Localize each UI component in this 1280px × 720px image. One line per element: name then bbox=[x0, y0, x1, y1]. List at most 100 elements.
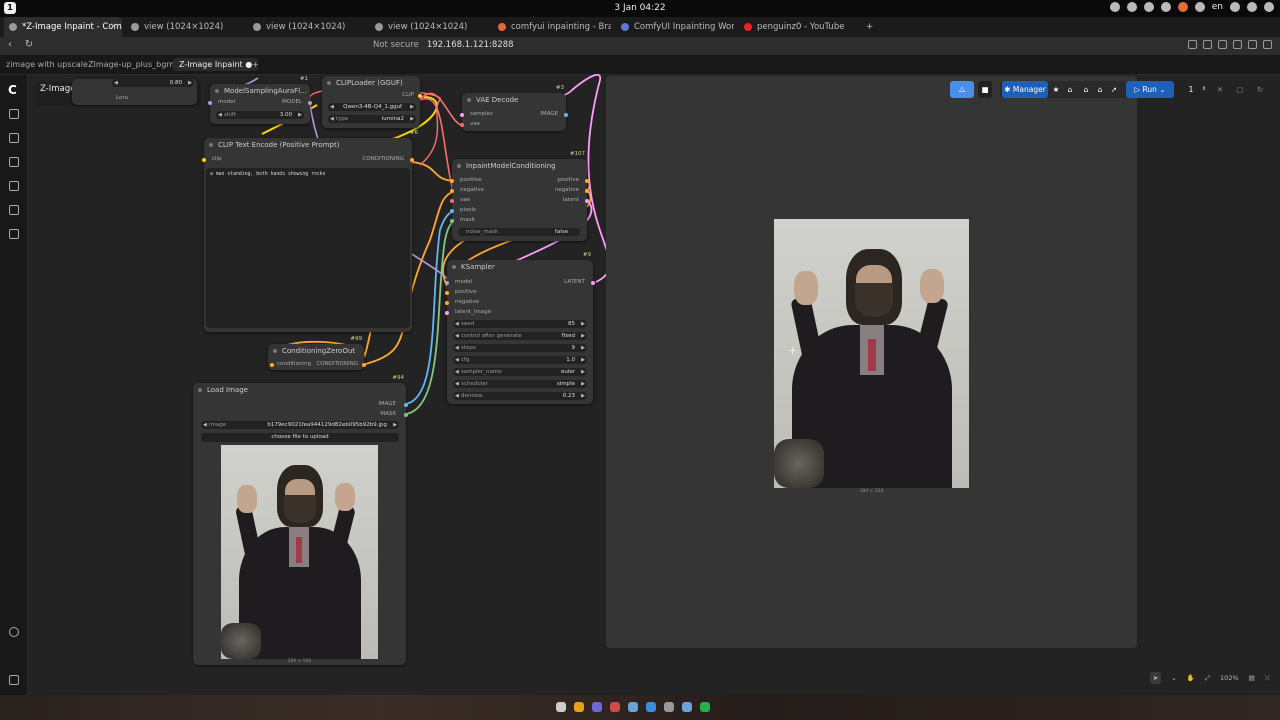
extension-icon[interactable] bbox=[1188, 40, 1197, 49]
volume-icon[interactable] bbox=[1247, 2, 1257, 12]
zoom-level[interactable]: 102% bbox=[1220, 674, 1239, 682]
tray-icon[interactable] bbox=[1194, 2, 1205, 12]
minimap-icon[interactable]: ▤ bbox=[1249, 674, 1255, 682]
input-socket[interactable] bbox=[450, 219, 454, 223]
history-icon[interactable] bbox=[9, 133, 19, 143]
upload-button[interactable]: choose file to upload bbox=[201, 433, 399, 442]
seed-widget[interactable]: seed85 bbox=[453, 320, 587, 328]
clip-name-widget[interactable]: Qwen3-4B-Q4_1.gguf bbox=[328, 103, 416, 111]
output-socket[interactable] bbox=[362, 363, 366, 367]
model-sampling-node[interactable]: #1 ModelSamplingAuraFl... model MODEL sh… bbox=[208, 76, 312, 124]
network-icon[interactable] bbox=[1230, 2, 1240, 12]
bottom-panel-icon[interactable] bbox=[9, 675, 19, 685]
node-library-icon[interactable] bbox=[9, 157, 19, 167]
tray-icon[interactable] bbox=[1160, 2, 1171, 12]
templates-icon[interactable] bbox=[9, 229, 19, 239]
input-socket[interactable] bbox=[445, 301, 449, 305]
app-icon[interactable] bbox=[592, 702, 602, 712]
lora-loader-node[interactable]: 0.80 Lora bbox=[72, 79, 197, 105]
input-socket[interactable] bbox=[450, 209, 454, 213]
output-image-preview[interactable] bbox=[774, 219, 969, 488]
star-icon[interactable]: ★ bbox=[1050, 81, 1062, 98]
send-icon[interactable]: ➚ bbox=[1108, 81, 1120, 98]
browser-tab[interactable]: comfyui inpainting - Brave bbox=[493, 17, 611, 37]
input-socket[interactable] bbox=[445, 281, 449, 285]
stop-icon[interactable]: ■ bbox=[978, 81, 992, 98]
prompt-textarea[interactable]: a man standing, both hands showing rocks bbox=[206, 168, 410, 328]
fit-view-icon[interactable]: ⤢ bbox=[1205, 674, 1210, 683]
link-visibility-icon[interactable]: ⤫ bbox=[1265, 674, 1270, 683]
app-icon[interactable] bbox=[610, 702, 620, 712]
tray-icon[interactable] bbox=[1126, 2, 1137, 12]
tray-icon[interactable] bbox=[1177, 2, 1188, 12]
app-icon[interactable] bbox=[646, 702, 656, 712]
output-socket[interactable] bbox=[585, 179, 589, 183]
browser-tab[interactable]: view (1024×1024) bbox=[126, 17, 244, 37]
conditioning-zero-out-node[interactable]: #99 ConditioningZeroOut conditioning CON… bbox=[268, 336, 366, 370]
output-socket[interactable] bbox=[404, 413, 408, 417]
output-socket[interactable] bbox=[308, 101, 312, 105]
control-after-generate-widget[interactable]: control after generatefixed bbox=[453, 332, 587, 340]
input-socket[interactable] bbox=[445, 291, 449, 295]
steps-widget[interactable]: steps9 bbox=[453, 344, 587, 352]
comfy-logo-icon[interactable]: C bbox=[8, 83, 17, 97]
language-indicator[interactable]: en bbox=[1212, 2, 1223, 12]
sidebar-icon[interactable] bbox=[1233, 40, 1242, 49]
browser-tab[interactable]: view (1024×1024) bbox=[248, 17, 366, 37]
window-icon[interactable]: ▢ bbox=[1234, 81, 1246, 98]
app-grid-icon[interactable] bbox=[556, 702, 566, 712]
close-icon[interactable]: ✕ bbox=[1214, 81, 1226, 98]
select-mode-icon[interactable]: ➤ bbox=[1149, 672, 1162, 684]
scheduler-widget[interactable]: schedulersimple bbox=[453, 380, 587, 388]
new-tab-button[interactable]: + bbox=[862, 17, 882, 37]
output-socket[interactable] bbox=[404, 403, 408, 407]
manager-button[interactable]: ✱ Manager bbox=[1002, 81, 1048, 98]
clip-type-widget[interactable]: typelumina2 bbox=[328, 115, 416, 123]
output-socket[interactable] bbox=[591, 281, 595, 285]
tray-icon[interactable] bbox=[1109, 2, 1120, 12]
noise-mask-toggle[interactable]: noise_mask false bbox=[458, 228, 580, 236]
tray-icon[interactable] bbox=[1143, 2, 1154, 12]
inpaint-conditioning-node[interactable]: #107 InpaintModelConditioning positive n… bbox=[450, 151, 589, 241]
queue-icon[interactable] bbox=[9, 109, 19, 119]
queue-count-input[interactable]: 1 bbox=[1182, 81, 1200, 98]
bug-icon[interactable]: ⌂ bbox=[1080, 81, 1092, 98]
share-icon[interactable]: ⌂ bbox=[1094, 81, 1106, 98]
download-icon[interactable] bbox=[1218, 40, 1227, 49]
url-field[interactable]: Not secure 192.168.1.121:8288 bbox=[373, 40, 514, 50]
vae-decode-node[interactable]: #3 VAE Decode samples vae IMAGE bbox=[460, 85, 568, 131]
browser-tab[interactable]: *Z-Image Inpaint - Com ✕ bbox=[4, 17, 122, 37]
add-workflow-tab-button[interactable]: + bbox=[246, 58, 265, 71]
cfg-widget[interactable]: cfg1.0 bbox=[453, 356, 587, 364]
input-socket[interactable] bbox=[450, 179, 454, 183]
brave-icon[interactable] bbox=[574, 702, 584, 712]
menu-icon[interactable] bbox=[1263, 40, 1272, 49]
browser-tab[interactable]: view (1024×1024) bbox=[370, 17, 488, 37]
load-image-node[interactable]: #94 Load Image IMAGE MASK imageb179ec902… bbox=[193, 375, 408, 665]
output-socket[interactable] bbox=[418, 94, 422, 98]
output-socket[interactable] bbox=[410, 158, 414, 162]
clip-loader-node[interactable]: #6 CLIPLoader (GGUF) CLIP Qwen3-4B-Q4_1.… bbox=[322, 76, 422, 136]
output-socket[interactable] bbox=[564, 113, 568, 117]
spotify-icon[interactable] bbox=[700, 702, 710, 712]
back-icon[interactable]: ‹ bbox=[8, 39, 12, 50]
wallet-icon[interactable] bbox=[1248, 40, 1257, 49]
input-socket[interactable] bbox=[450, 199, 454, 203]
close-tab-icon[interactable]: ✕ bbox=[110, 17, 117, 37]
app-icon[interactable] bbox=[628, 702, 638, 712]
toggle-icon[interactable]: ⧍ bbox=[950, 81, 974, 98]
sampler-name-widget[interactable]: sampler_nameeuler bbox=[453, 368, 587, 376]
input-socket[interactable] bbox=[460, 123, 464, 127]
browser-tab[interactable]: ComfyUI Inpainting Workfl bbox=[616, 17, 734, 37]
stepper-icon[interactable]: ⇕ bbox=[1200, 81, 1208, 98]
input-socket[interactable] bbox=[270, 363, 274, 367]
power-icon[interactable] bbox=[1264, 2, 1274, 12]
input-socket[interactable] bbox=[450, 189, 454, 193]
workflows-icon[interactable] bbox=[9, 205, 19, 215]
workflow-tab[interactable]: ZImage-up_plus_bgrm bbox=[82, 58, 183, 71]
input-socket[interactable] bbox=[460, 113, 464, 117]
chevron-down-icon[interactable]: ⌄ bbox=[1171, 674, 1176, 682]
help-icon[interactable] bbox=[9, 627, 19, 637]
image-select-widget[interactable]: imageb179ec9021fea944129d82eb095b92b9.jp… bbox=[201, 421, 399, 429]
input-socket[interactable] bbox=[202, 158, 206, 162]
